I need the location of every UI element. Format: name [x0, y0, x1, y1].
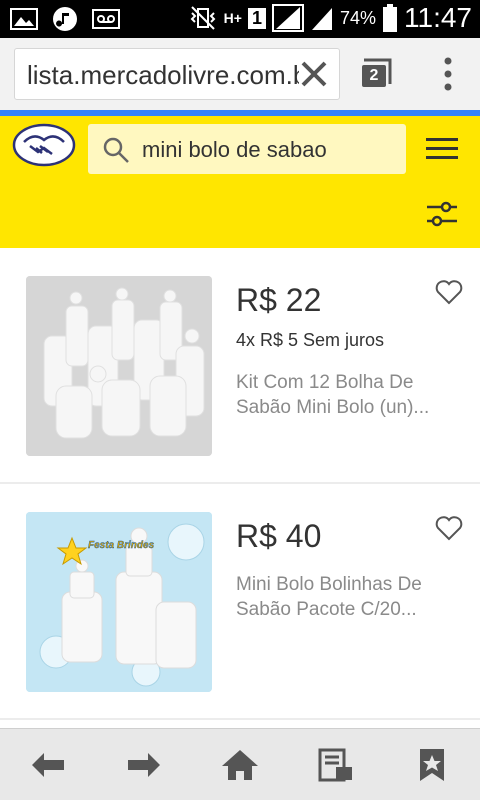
- product-price[interactable]: R$ 40: [236, 518, 321, 555]
- sim-slot-badge: 1: [247, 7, 266, 29]
- url-bar[interactable]: lista.mercadolivre.com.br: [14, 48, 340, 100]
- forward-arrow-icon[interactable]: [124, 747, 164, 783]
- product-image[interactable]: [26, 276, 212, 456]
- hamburger-menu-icon[interactable]: [424, 134, 460, 164]
- notification-icons: [10, 6, 120, 32]
- results-list: R$ 22 4x R$ 5 Sem juros Kit Com 12 Bolha…: [0, 248, 480, 720]
- close-icon[interactable]: [299, 59, 329, 89]
- url-text[interactable]: lista.mercadolivre.com.br: [27, 60, 299, 91]
- battery-percent: 74%: [339, 7, 376, 28]
- search-bar[interactable]: mini bolo de sabao: [88, 124, 406, 174]
- installments-text: 4x R$ 5 Sem juros: [236, 330, 385, 350]
- list-item[interactable]: Festa Brindes R$ 40 Mini Bolo Bolinhas D…: [0, 484, 480, 720]
- signal-icon: [271, 4, 304, 32]
- bottom-navigation: [0, 728, 480, 800]
- soap-bubble-cakes-photo: [26, 276, 212, 456]
- home-icon[interactable]: [220, 747, 260, 783]
- clock: 11:47: [404, 2, 472, 33]
- battery-icon: [383, 4, 397, 32]
- back-arrow-icon[interactable]: [28, 747, 68, 783]
- heart-icon[interactable]: [434, 278, 464, 306]
- search-query[interactable]: mini bolo de sabao: [142, 137, 327, 163]
- product-image[interactable]: Festa Brindes: [26, 512, 212, 692]
- overflow-menu-icon[interactable]: [438, 56, 458, 92]
- search-icon: [103, 137, 129, 163]
- mercadolivre-logo[interactable]: [12, 122, 76, 168]
- vibrate-icon: [190, 6, 216, 30]
- bookmark-star-icon[interactable]: [412, 747, 452, 783]
- soap-bubble-cakes-photo: Festa Brindes: [26, 512, 212, 692]
- site-header: mini bolo de sabao: [0, 116, 480, 248]
- heart-icon[interactable]: [434, 514, 464, 542]
- browser-toolbar: lista.mercadolivre.com.br 2: [0, 38, 480, 110]
- reader-icon[interactable]: [316, 747, 356, 783]
- signal-2-icon: [311, 8, 332, 30]
- voicemail-icon: [92, 9, 120, 29]
- product-title[interactable]: Mini Bolo Bolinhas De Sabão Pacote C/20.…: [236, 572, 456, 622]
- gallery-icon: [10, 8, 38, 30]
- status-bar: H+ 1 74% 11:47: [0, 0, 480, 38]
- watermark-text: Festa Brindes: [88, 540, 155, 551]
- music-icon: [53, 7, 77, 31]
- tab-count: 2: [362, 65, 386, 87]
- product-title[interactable]: Kit Com 12 Bolha De Sabão Mini Bolo (un)…: [236, 370, 456, 420]
- system-icons: H+ 1 74% 11:47: [188, 2, 472, 34]
- list-item[interactable]: R$ 22 4x R$ 5 Sem juros Kit Com 12 Bolha…: [0, 248, 480, 484]
- tabs-button[interactable]: 2: [356, 56, 392, 92]
- network-type: H+: [223, 10, 242, 26]
- product-price[interactable]: R$ 22: [236, 282, 321, 319]
- filter-icon[interactable]: [424, 196, 460, 232]
